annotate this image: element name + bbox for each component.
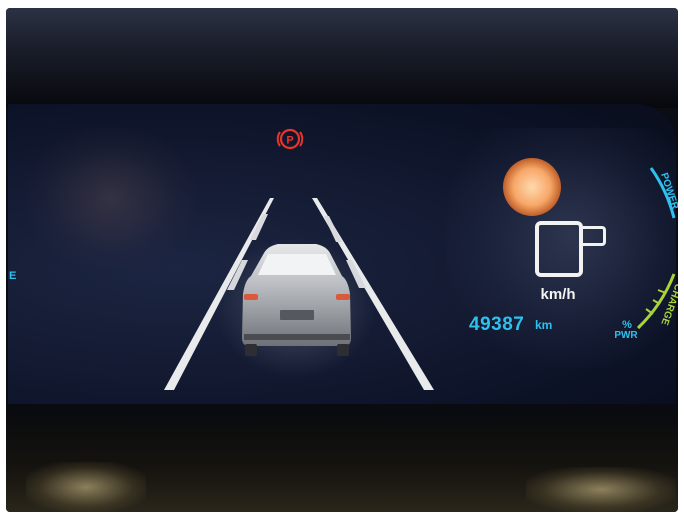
gauge-label-power: POWER: [658, 172, 678, 212]
dashboard-lower-trim: [6, 412, 678, 512]
light-reflection-left: [26, 462, 146, 512]
light-reflection-right: [526, 467, 676, 512]
dashboard-photo: P km/h 49387 km % PWR E POWER CHARGE: [6, 8, 678, 512]
